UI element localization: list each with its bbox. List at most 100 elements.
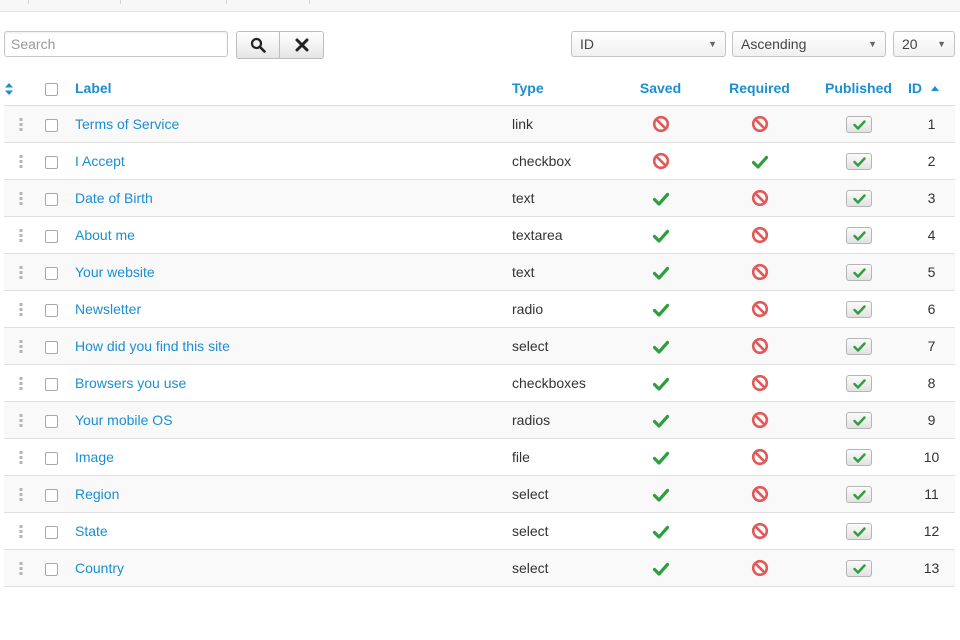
type-column-header[interactable]: Type	[512, 71, 611, 106]
saved-toggle[interactable]	[611, 438, 710, 476]
drag-handle[interactable]	[4, 105, 37, 143]
required-toggle[interactable]	[710, 401, 809, 439]
id-column-header[interactable]: ID	[908, 71, 955, 106]
drag-handle[interactable]	[4, 142, 37, 180]
saved-toggle[interactable]	[611, 179, 710, 217]
direction-select[interactable]: Ascending ▼	[732, 31, 886, 57]
drag-handle[interactable]	[4, 438, 37, 476]
field-label-link[interactable]: Newsletter	[75, 301, 141, 317]
field-label-link[interactable]: Image	[75, 449, 114, 465]
row-checkbox[interactable]	[45, 526, 58, 540]
row-checkbox[interactable]	[45, 452, 58, 466]
required-toggle[interactable]	[710, 327, 809, 365]
required-toggle[interactable]	[710, 105, 809, 143]
ordering-select[interactable]: ID ▼	[571, 31, 726, 57]
field-label-link[interactable]: How did you find this site	[75, 338, 230, 354]
published-toggle[interactable]	[845, 374, 872, 392]
row-checkbox[interactable]	[45, 267, 58, 281]
field-label-link[interactable]: Country	[75, 560, 124, 576]
published-toggle[interactable]	[845, 300, 872, 318]
saved-toggle[interactable]	[611, 512, 710, 550]
required-toggle[interactable]	[710, 512, 809, 550]
required-toggle[interactable]	[710, 142, 809, 180]
published-toggle[interactable]	[845, 263, 872, 281]
required-toggle[interactable]	[710, 549, 809, 587]
field-label-link[interactable]: Your mobile OS	[75, 412, 173, 428]
label-column-header[interactable]: Label	[75, 71, 512, 106]
published-column-header[interactable]: Published	[809, 71, 908, 106]
clear-search-button[interactable]	[280, 31, 324, 59]
saved-column-header[interactable]: Saved	[611, 71, 710, 106]
ordering-column-header[interactable]	[4, 71, 37, 106]
published-toggle[interactable]	[845, 115, 872, 133]
drag-handle[interactable]	[4, 401, 37, 439]
published-toggle[interactable]	[845, 522, 872, 540]
saved-toggle[interactable]	[611, 364, 710, 402]
drag-handle[interactable]	[4, 290, 37, 328]
row-checkbox[interactable]	[45, 304, 58, 318]
field-label-link[interactable]: About me	[75, 227, 135, 243]
row-checkbox[interactable]	[45, 489, 58, 503]
field-label-link[interactable]: State	[75, 523, 108, 539]
published-cell	[809, 179, 908, 217]
id-cell: 4	[908, 216, 955, 254]
published-cell	[809, 438, 908, 476]
row-checkbox[interactable]	[45, 193, 58, 207]
required-toggle[interactable]	[710, 290, 809, 328]
published-toggle[interactable]	[845, 152, 872, 170]
drag-handle[interactable]	[4, 364, 37, 402]
required-toggle[interactable]	[710, 216, 809, 254]
field-label-link[interactable]: Terms of Service	[75, 116, 179, 132]
row-checkbox[interactable]	[45, 230, 58, 244]
saved-toggle[interactable]	[611, 105, 710, 143]
drag-handle[interactable]	[4, 179, 37, 217]
check-icon	[852, 342, 866, 352]
row-checkbox[interactable]	[45, 415, 58, 429]
required-toggle[interactable]	[710, 364, 809, 402]
unpublished-icon	[751, 523, 768, 540]
drag-handle[interactable]	[4, 549, 37, 587]
saved-toggle[interactable]	[611, 401, 710, 439]
published-toggle[interactable]	[845, 411, 872, 429]
row-checkbox[interactable]	[45, 563, 58, 577]
row-checkbox[interactable]	[45, 156, 58, 170]
row-checkbox[interactable]	[45, 378, 58, 392]
table-row: Browsers you use checkboxes 8	[4, 364, 955, 402]
row-checkbox[interactable]	[45, 119, 58, 133]
row-checkbox-cell	[37, 179, 75, 217]
saved-toggle[interactable]	[611, 549, 710, 587]
row-checkbox[interactable]	[45, 341, 58, 355]
saved-toggle[interactable]	[611, 253, 710, 291]
published-toggle[interactable]	[845, 226, 872, 244]
published-toggle[interactable]	[845, 189, 872, 207]
field-label-link[interactable]: Browsers you use	[75, 375, 186, 391]
saved-toggle[interactable]	[611, 216, 710, 254]
limit-select[interactable]: 20 ▼	[893, 31, 955, 57]
select-all-checkbox[interactable]	[45, 83, 58, 97]
drag-handle[interactable]	[4, 512, 37, 550]
required-toggle[interactable]	[710, 475, 809, 513]
saved-toggle[interactable]	[611, 327, 710, 365]
field-label-link[interactable]: I Accept	[75, 153, 125, 169]
drag-handle[interactable]	[4, 327, 37, 365]
saved-toggle[interactable]	[611, 475, 710, 513]
drag-handle[interactable]	[4, 253, 37, 291]
saved-toggle[interactable]	[611, 290, 710, 328]
drag-handle[interactable]	[4, 475, 37, 513]
search-button[interactable]	[236, 31, 280, 59]
saved-toggle[interactable]	[611, 142, 710, 180]
field-label-link[interactable]: Date of Birth	[75, 190, 153, 206]
required-toggle[interactable]	[710, 438, 809, 476]
search-input[interactable]	[4, 31, 228, 57]
field-label-link[interactable]: Region	[75, 486, 119, 502]
required-column-header[interactable]: Required	[710, 71, 809, 106]
field-label-link[interactable]: Your website	[75, 264, 155, 280]
required-toggle[interactable]	[710, 179, 809, 217]
published-toggle[interactable]	[845, 337, 872, 355]
published-toggle[interactable]	[845, 448, 872, 466]
published-toggle[interactable]	[845, 485, 872, 503]
required-toggle[interactable]	[710, 253, 809, 291]
ordering-select-value: ID	[580, 36, 594, 52]
drag-handle[interactable]	[4, 216, 37, 254]
published-toggle[interactable]	[845, 559, 872, 577]
